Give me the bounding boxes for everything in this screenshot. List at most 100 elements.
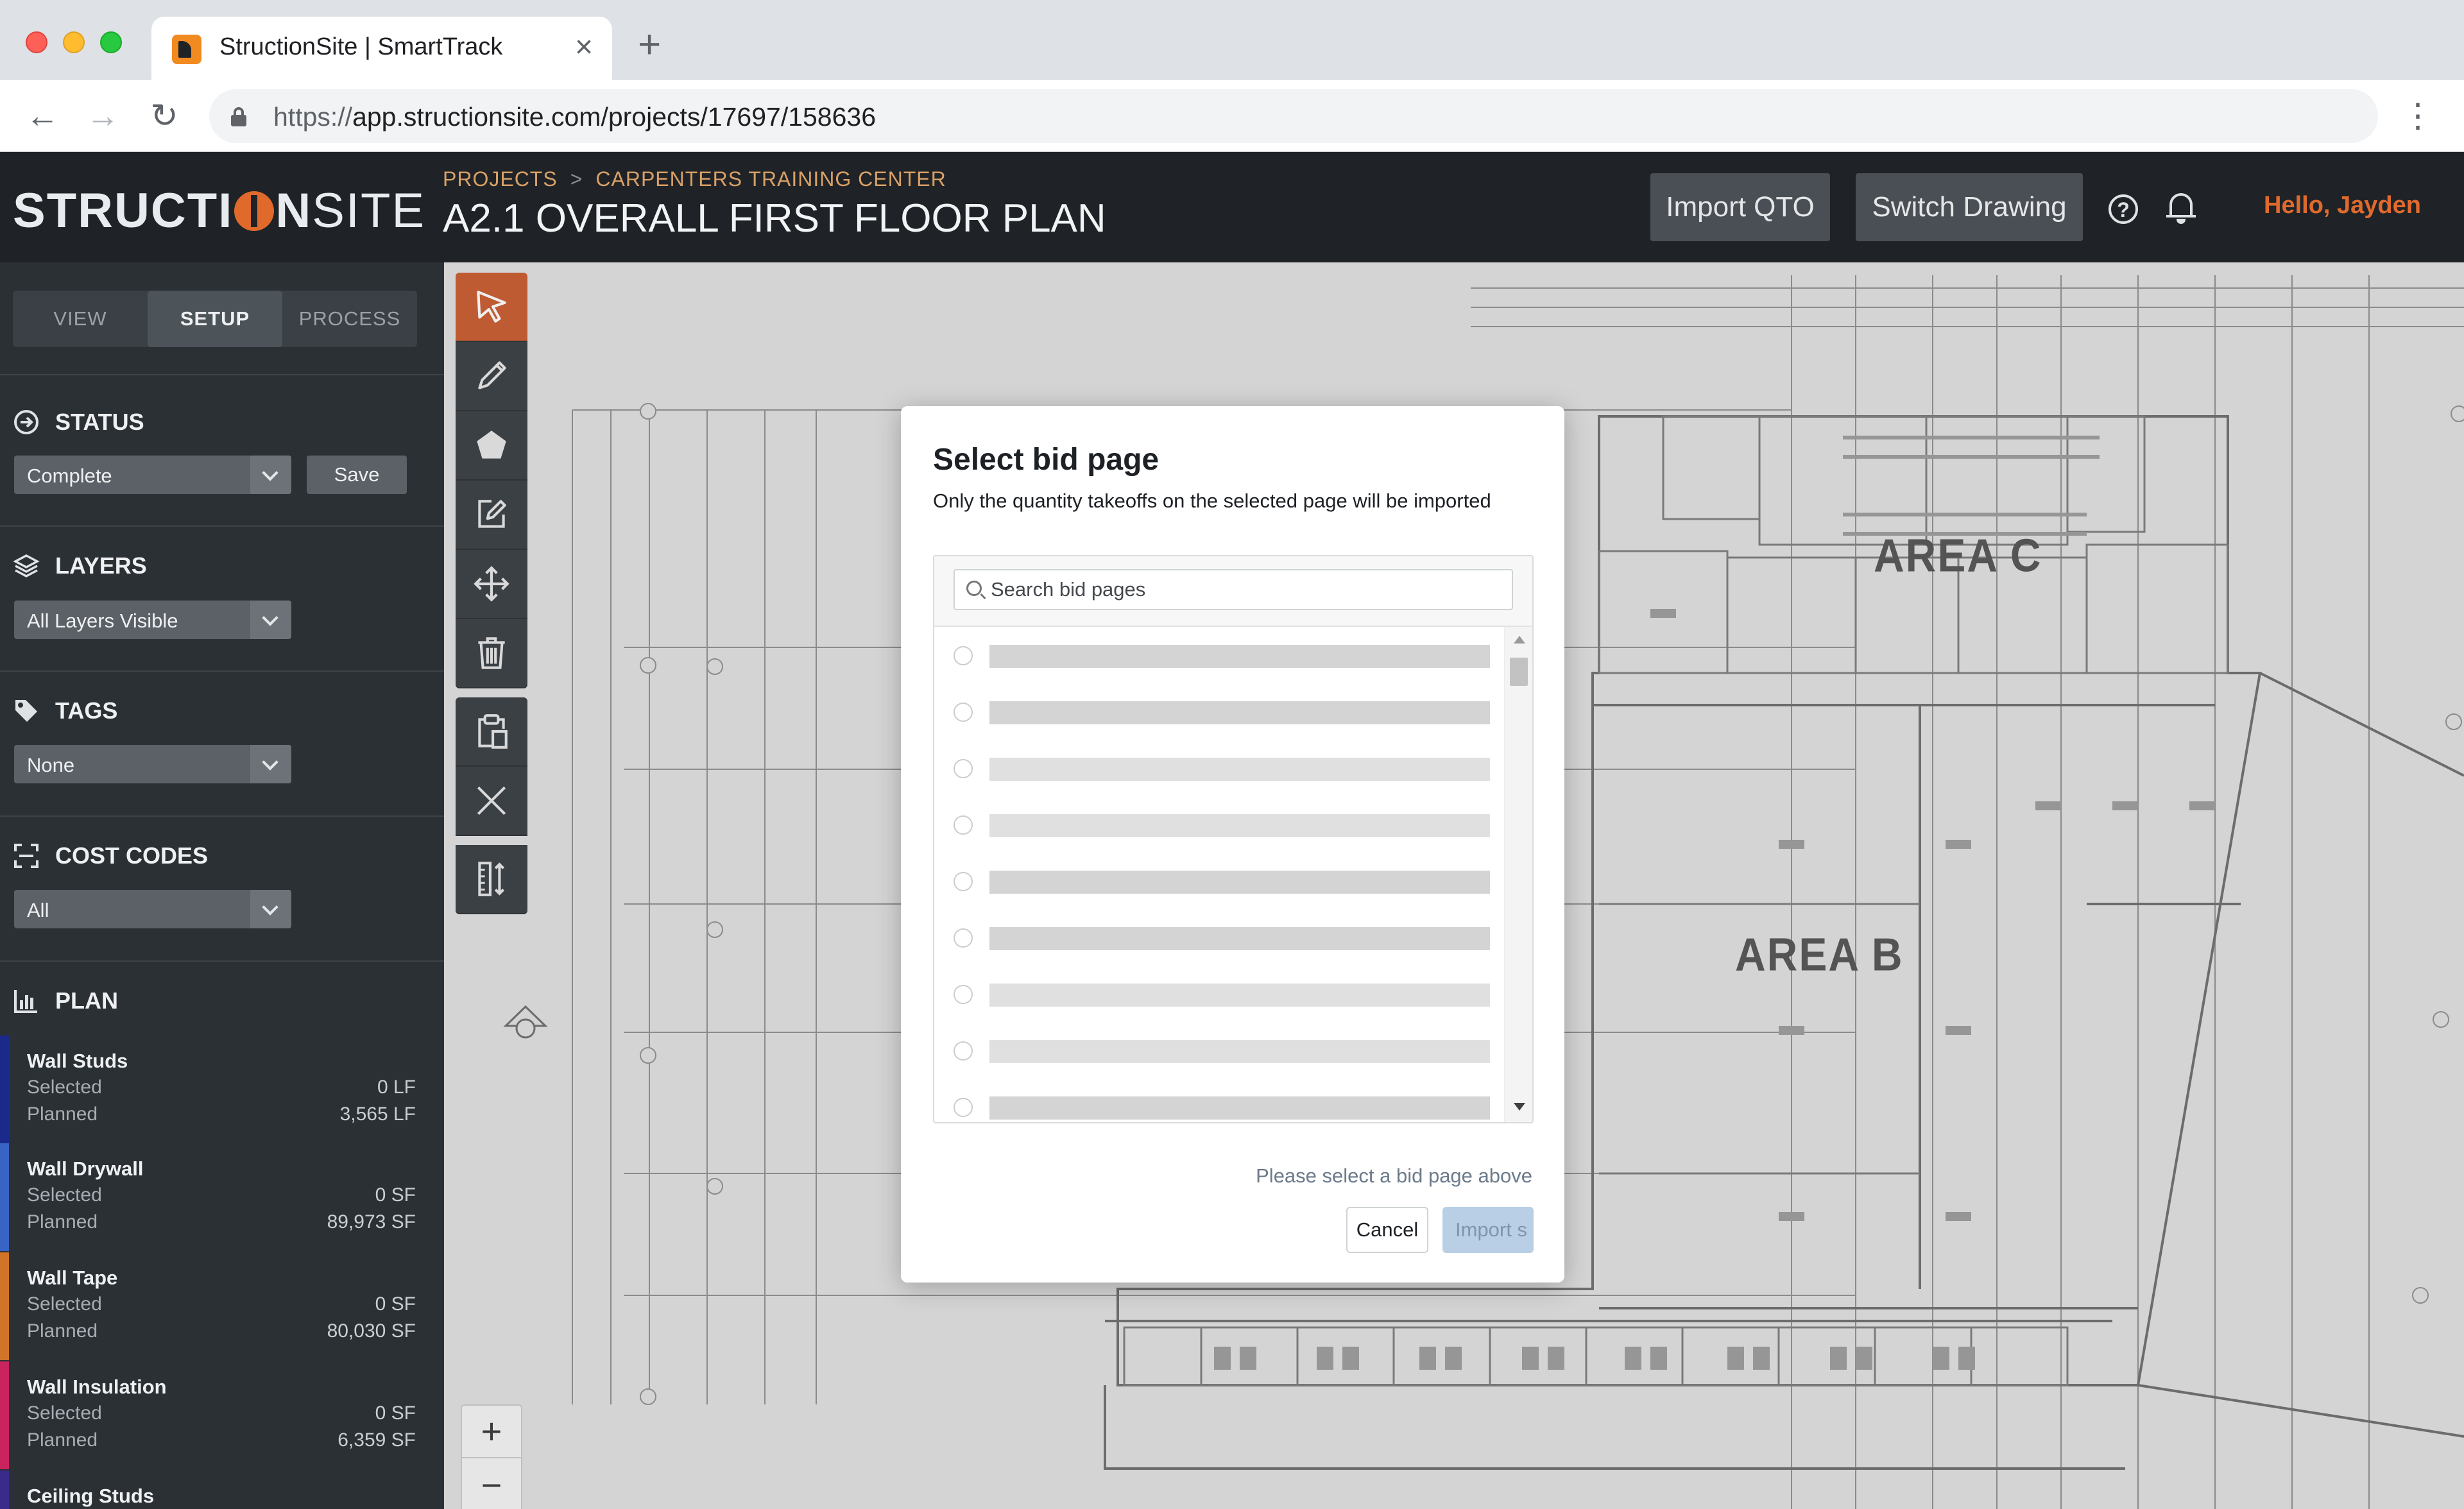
reload-icon[interactable]: ↻ [145, 97, 184, 135]
loading-placeholder [989, 814, 1490, 837]
forward-arrow-icon[interactable]: → [83, 97, 122, 135]
help-icon[interactable]: ? [2109, 194, 2138, 224]
scroll-up-arrow-icon[interactable] [1514, 636, 1525, 644]
list-item[interactable] [934, 740, 1499, 796]
select-bid-page-dialog: Select bid page Only the quantity takeof… [901, 406, 1564, 1283]
list-item[interactable] [934, 966, 1499, 1022]
browser-menu-icon[interactable]: ⋮ [2401, 97, 2434, 135]
plan-item-selected-label: Selected [27, 1402, 102, 1424]
tags-select-value: None [27, 754, 75, 776]
status-select[interactable]: Complete [14, 456, 291, 494]
radio-button[interactable] [954, 1041, 973, 1061]
url-host-path: app.structionsite.com/projects/17697/158… [352, 102, 877, 132]
window-close-button[interactable] [26, 31, 47, 53]
section-divider [0, 670, 444, 672]
breadcrumb-projects[interactable]: PROJECTS [443, 167, 558, 191]
browser-tab-bar: StructionSite | SmartTrack × + [0, 0, 2464, 80]
layers-heading-label: LAYERS [55, 552, 147, 579]
plan-item-selected-value: 0 SF [375, 1184, 416, 1206]
loading-placeholder [989, 984, 1490, 1007]
switch-drawing-button[interactable]: Switch Drawing [1856, 173, 2083, 241]
window-zoom-button[interactable] [100, 31, 122, 53]
status-save-button[interactable]: Save [307, 456, 407, 494]
radio-button[interactable] [954, 872, 973, 891]
plan-item-planned-label: Planned [27, 1429, 98, 1451]
list-item[interactable] [934, 909, 1499, 966]
import-qto-button[interactable]: Import QTO [1650, 173, 1830, 241]
section-divider [0, 374, 444, 375]
address-bar[interactable]: https://app.structionsite.com/projects/1… [209, 89, 2378, 143]
plan-heading: PLAN [13, 987, 118, 1014]
plan-item-name: Wall Studs [27, 1050, 128, 1072]
scroll-thumb[interactable] [1510, 658, 1528, 686]
cancel-button[interactable]: Cancel [1346, 1207, 1428, 1253]
layers-select[interactable]: All Layers Visible [14, 601, 291, 639]
scroll-down-arrow-icon[interactable] [1514, 1103, 1525, 1111]
tab-setup[interactable]: SETUP [148, 291, 282, 347]
plan-item-planned-value: 3,565 LF [339, 1104, 416, 1125]
list-scrollbar[interactable] [1504, 627, 1532, 1122]
cost-codes-select[interactable]: All [14, 890, 291, 928]
cost-codes-frame-icon [14, 844, 38, 868]
breadcrumb-project[interactable]: CARPENTERS TRAINING CENTER [595, 167, 946, 191]
list-item[interactable] [934, 796, 1499, 853]
radio-button[interactable] [954, 703, 973, 722]
new-tab-button[interactable]: + [638, 24, 661, 65]
dialog-title: Select bid page [933, 443, 1159, 477]
plan-item-wall-insulation[interactable]: Wall Insulation Selected 0 SF Planned 6,… [0, 1361, 444, 1469]
plan-item-wall-studs[interactable]: Wall Studs Selected 0 LF Planned 3,565 L… [0, 1036, 444, 1143]
plan-item-planned-label: Planned [27, 1320, 98, 1342]
notification-bell-icon[interactable] [2166, 191, 2196, 225]
tab-close-icon[interactable]: × [575, 30, 593, 65]
browser-tab[interactable]: StructionSite | SmartTrack × [151, 17, 612, 80]
user-greeting[interactable]: Hello, Jayden [2264, 192, 2421, 219]
logo-o-mark-icon [234, 191, 275, 231]
plan-item-selected-value: 0 SF [375, 1402, 416, 1424]
sidebar: VIEW SETUP PROCESS STATUS Complete Save … [0, 262, 444, 1509]
radio-button[interactable] [954, 985, 973, 1004]
url-text[interactable]: https://app.structionsite.com/projects/1… [273, 102, 876, 132]
chevron-down-icon [250, 890, 291, 928]
plan-item-color-bar [0, 1252, 9, 1360]
radio-button[interactable] [954, 1098, 973, 1117]
tab-process[interactable]: PROCESS [282, 291, 417, 347]
structionsite-logo[interactable]: STRUCTI NSITE [13, 183, 425, 239]
loading-placeholder [989, 927, 1490, 950]
search-field[interactable] [954, 569, 1513, 610]
loading-placeholder [989, 758, 1490, 781]
bar-chart-icon [14, 990, 37, 1013]
plan-item-ceiling-studs[interactable]: Ceiling Studs [0, 1471, 444, 1509]
tags-heading-label: TAGS [55, 697, 118, 724]
loading-placeholder [989, 1096, 1490, 1120]
radio-button[interactable] [954, 928, 973, 948]
tab-view[interactable]: VIEW [13, 291, 148, 347]
status-heading: STATUS [13, 409, 144, 436]
list-item[interactable] [934, 627, 1499, 683]
window-minimize-button[interactable] [63, 31, 85, 53]
radio-button[interactable] [954, 646, 973, 665]
tags-select[interactable]: None [14, 745, 291, 783]
back-arrow-icon[interactable]: ← [23, 97, 62, 135]
radio-button[interactable] [954, 815, 973, 835]
plan-item-color-bar [0, 1361, 9, 1469]
drawing-canvas[interactable]: AREA C AREA B + − Select bid page Only t… [444, 262, 2464, 1509]
tab-title: StructionSite | SmartTrack [219, 33, 503, 60]
chevron-down-icon [250, 456, 291, 494]
loading-placeholder [989, 701, 1490, 724]
logo-text-b: N [275, 183, 312, 238]
cost-codes-heading-label: COST CODES [55, 842, 209, 869]
layers-heading: LAYERS [13, 552, 147, 579]
plan-item-planned-value: 80,030 SF [327, 1320, 416, 1342]
plan-item-wall-drywall[interactable]: Wall Drywall Selected 0 SF Planned 89,97… [0, 1143, 444, 1251]
plan-item-wall-tape[interactable]: Wall Tape Selected 0 SF Planned 80,030 S… [0, 1252, 444, 1360]
chevron-down-icon [250, 745, 291, 783]
list-item[interactable] [934, 1022, 1499, 1078]
list-item[interactable] [934, 683, 1499, 740]
radio-button[interactable] [954, 759, 973, 778]
structionsite-favicon-icon [172, 35, 201, 64]
list-item[interactable] [934, 853, 1499, 909]
list-item[interactable] [934, 1078, 1499, 1122]
search-bid-pages-input[interactable] [991, 577, 1498, 602]
lock-icon[interactable] [231, 107, 246, 126]
import-button[interactable]: Import s [1442, 1207, 1534, 1253]
